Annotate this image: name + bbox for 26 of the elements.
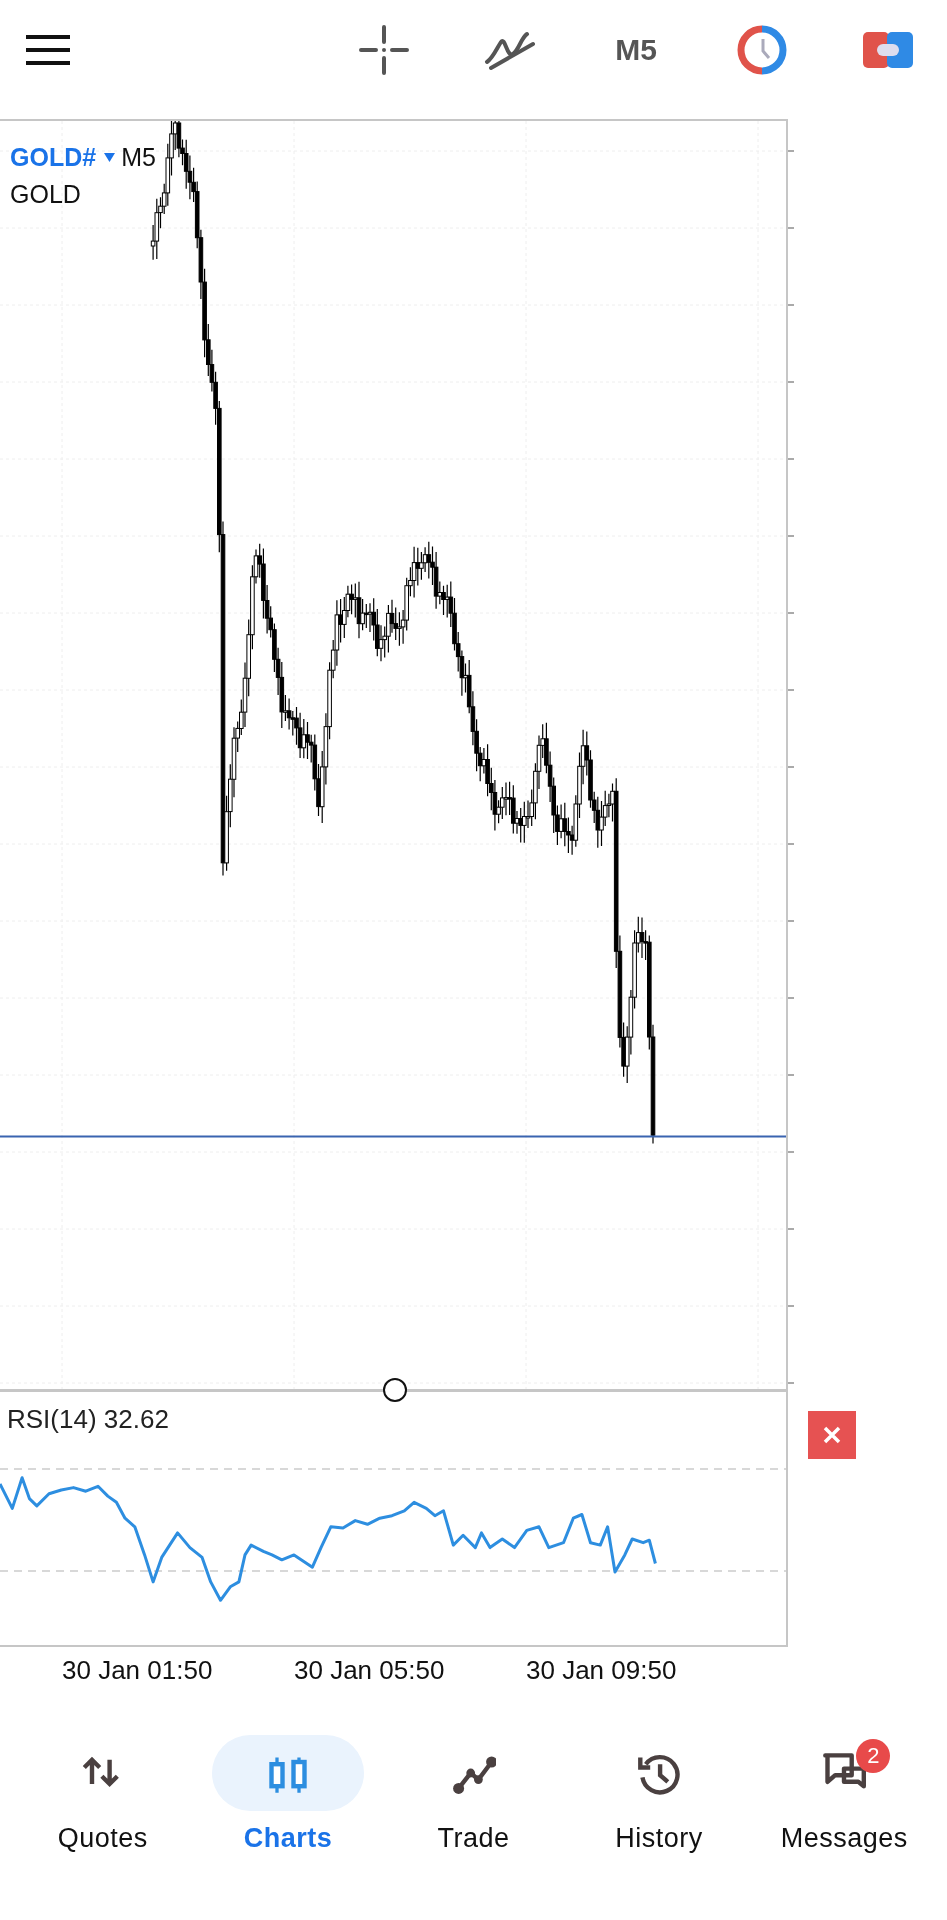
time-axis-label: 30 Jan 09:50: [526, 1655, 678, 1687]
menu-icon[interactable]: [26, 34, 70, 66]
nav-tab[interactable]: Trade: [380, 1735, 567, 1854]
caret-icon[interactable]: [104, 153, 116, 162]
timeframe-label: M5: [121, 143, 156, 172]
indicator-label: RSI(14) 32.62: [7, 1404, 169, 1435]
unread-badge: 2: [856, 1739, 891, 1773]
nav-label: Trade: [437, 1823, 510, 1854]
nav-tab[interactable]: History: [566, 1735, 752, 1854]
resize-handle[interactable]: [383, 1378, 407, 1402]
time-axis-label: 30 Jan 05:50: [294, 1655, 446, 1687]
nav-label: Charts: [243, 1823, 333, 1854]
nav-label: History: [615, 1823, 703, 1854]
nav-tab[interactable]: Quotes: [10, 1735, 196, 1854]
symbol-label[interactable]: GOLD#: [10, 143, 97, 172]
close-indicator-button[interactable]: [808, 1411, 856, 1459]
symbol-description: GOLD: [10, 180, 82, 209]
trade-toggle-icon[interactable]: [861, 30, 915, 70]
close-icon: [822, 1425, 842, 1445]
timeframe-button[interactable]: M5: [609, 33, 663, 67]
clock-icon[interactable]: [735, 25, 789, 75]
crosshair-icon[interactable]: [357, 25, 411, 75]
time-axis-label: 30 Jan 01:50: [62, 1655, 214, 1687]
nav-label: Quotes: [57, 1823, 148, 1854]
nav-tab[interactable]: 2 Messages: [751, 1735, 938, 1854]
nav-label: Messages: [780, 1823, 908, 1854]
